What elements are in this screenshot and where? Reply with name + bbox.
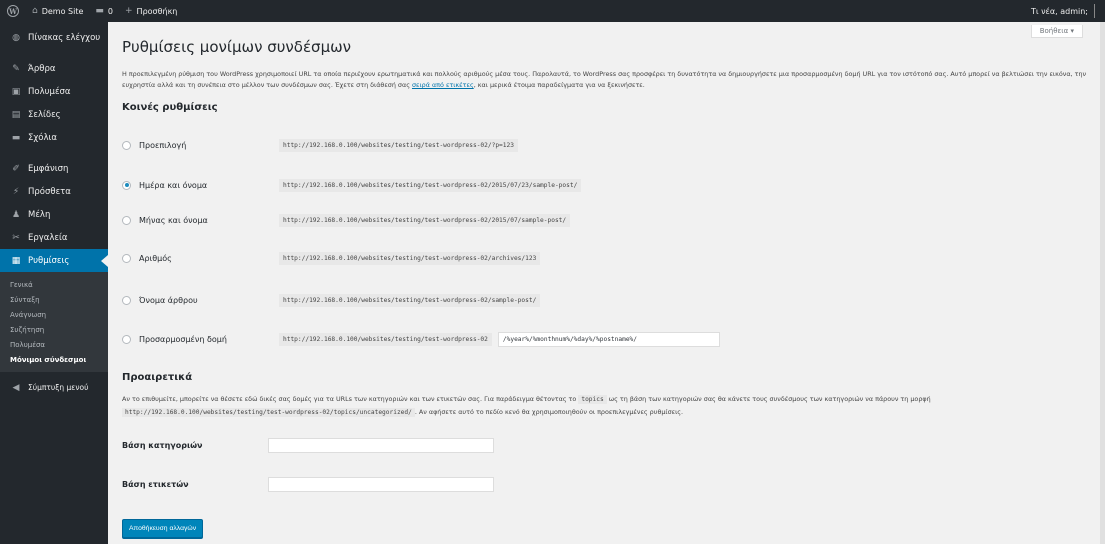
radio-button[interactable] <box>122 215 131 225</box>
tag-base-input[interactable] <box>268 476 494 492</box>
permalink-example: http://192.168.0.100/websites/testing/te… <box>279 138 518 152</box>
menu-posts[interactable]: ✎ Άρθρα <box>0 57 108 80</box>
radio-button[interactable] <box>122 295 131 305</box>
new-content-label: Προσθήκη <box>136 6 178 16</box>
category-base-label: Βάση κατηγοριών <box>122 440 203 450</box>
option-month-and-name[interactable]: Μήνας και όνομα http://192.168.0.100/web… <box>122 212 1022 228</box>
option-custom-structure[interactable]: Προσαρμοσμένη δομή http://192.168.0.100/… <box>122 331 1022 347</box>
plus-icon: + <box>125 6 133 16</box>
comments-link[interactable]: ▬ 0 <box>89 0 119 22</box>
menu-label: Πολυμέσα <box>28 86 71 97</box>
comments-count: 0 <box>107 6 113 16</box>
appearance-icon: ✐ <box>12 163 20 174</box>
option-label: Προεπιλογή <box>139 140 187 150</box>
site-name-link[interactable]: ⌂ Demo Site <box>26 0 89 22</box>
category-base-row: Βάση κατηγοριών <box>122 437 494 453</box>
radio-button[interactable] <box>122 253 131 263</box>
collapse-arrow-icon: ◀ <box>12 382 20 393</box>
menu-pages[interactable]: ▤ Σελίδες <box>0 103 108 126</box>
dashboard-icon: ◍ <box>12 32 20 43</box>
new-content-link[interactable]: + Προσθήκη <box>119 0 183 22</box>
submenu-discussion[interactable]: Συζήτηση <box>0 322 108 337</box>
submenu-permalinks[interactable]: Μόνιμοι σύνδεσμοι <box>0 352 108 367</box>
menu-label: Εμφάνιση <box>28 163 69 174</box>
plugins-icon: ⚡ <box>12 186 20 197</box>
option-plain[interactable]: Προεπιλογή http://192.168.0.100/websites… <box>122 137 1022 153</box>
option-numeric[interactable]: Αριθμός http://192.168.0.100/websites/te… <box>122 250 1022 266</box>
permalink-example: http://192.168.0.100/websites/testing/te… <box>279 293 541 307</box>
help-tab-button[interactable]: Βοήθεια ▾ <box>1030 25 1083 38</box>
menu-settings[interactable]: ▦ Ρυθμίσεις <box>0 249 108 272</box>
avatar[interactable] <box>1094 4 1095 18</box>
submenu-writing[interactable]: Σύνταξη <box>0 292 108 307</box>
save-changes-button[interactable]: Αποθήκευση αλλαγών <box>122 519 204 538</box>
permalink-base: http://192.168.0.100/websites/testing/te… <box>279 332 492 346</box>
comments-icon: ▬ <box>11 132 21 143</box>
submenu-general[interactable]: Γενικά <box>0 277 108 292</box>
home-icon: ⌂ <box>32 6 38 16</box>
menu-tools[interactable]: ✂ Εργαλεία <box>0 226 108 249</box>
menu-label: Πρόσθετα <box>28 186 71 197</box>
submenu-media[interactable]: Πολυμέσα <box>0 337 108 352</box>
menu-appearance[interactable]: ✐ Εμφάνιση <box>0 157 108 180</box>
menu-label: Πίνακας ελέγχου <box>28 32 101 43</box>
wordpress-logo-icon[interactable]: W <box>0 0 26 22</box>
menu-dashboard[interactable]: ◍ Πίνακας ελέγχου <box>0 26 108 49</box>
menu-comments[interactable]: ▬ Σχόλια <box>0 126 108 149</box>
page-title: Ρυθμίσεις μονίμων συνδέσμων <box>122 38 352 56</box>
menu-label: Σελίδες <box>28 109 61 120</box>
code-category-url: http://192.168.0.100/websites/testing/te… <box>122 408 415 417</box>
radio-button[interactable] <box>122 140 131 150</box>
permalink-example: http://192.168.0.100/websites/testing/te… <box>279 251 541 265</box>
code-topics: topics <box>578 395 607 404</box>
users-icon: ♟ <box>11 209 21 220</box>
admin-bar: W ⌂ Demo Site ▬ 0 + Προσθήκη Τι νέα, adm… <box>0 0 1105 22</box>
page-scrollbar[interactable] <box>1100 22 1105 544</box>
comment-bubble-icon: ▬ <box>95 6 104 16</box>
tag-base-row: Βάση ετικετών <box>122 476 494 492</box>
admin-menu: ◍ Πίνακας ελέγχου ✎ Άρθρα ▣ Πολυμέσα ▤ Σελίδ… <box>0 22 108 544</box>
pin-icon: ✎ <box>12 63 20 74</box>
menu-users[interactable]: ♟ Μέλη <box>0 203 108 226</box>
radio-button[interactable] <box>122 180 131 190</box>
tags-link[interactable]: σειρά από ετικέτες <box>412 81 474 89</box>
common-settings-heading: Κοινές ρυθμίσεις <box>122 102 218 113</box>
option-label: Προσαρμοσμένη δομή <box>139 334 227 344</box>
menu-label: Εργαλεία <box>28 232 68 243</box>
intro-text: Η προεπιλεγμένη ρύθμιση του WordPress χρ… <box>122 70 1087 89</box>
option-day-and-name[interactable]: Ημέρα και όνομα http://192.168.0.100/web… <box>122 177 1022 193</box>
permalink-example: http://192.168.0.100/websites/testing/te… <box>279 178 582 192</box>
option-label: Ημέρα και όνομα <box>139 180 208 190</box>
collapse-menu-button[interactable]: ◀ Σύμπτυξη μενού <box>0 376 108 399</box>
optional-description: Αν το επιθυμείτε, μπορείτε να θέσετε εδώ… <box>122 395 931 417</box>
main-content: Βοήθεια ▾ Ρυθμίσεις μονίμων συνδέσμων Η … <box>108 22 1105 544</box>
menu-plugins[interactable]: ⚡ Πρόσθετα <box>0 180 108 203</box>
my-account-link[interactable]: Τι νέα, admin; <box>1031 7 1088 16</box>
custom-structure-input[interactable]: /%year%/%monthnum%/%day%/%postname%/ <box>497 331 720 347</box>
option-label: Όνομα άρθρου <box>139 295 198 305</box>
settings-submenu: Γενικά Σύνταξη Ανάγνωση Συζήτηση Πολυμέσ… <box>0 272 108 372</box>
pages-icon: ▤ <box>11 109 21 120</box>
site-name: Demo Site <box>41 6 84 16</box>
category-base-input[interactable] <box>268 437 494 453</box>
option-post-name[interactable]: Όνομα άρθρου http://192.168.0.100/websit… <box>122 292 1022 308</box>
tag-base-label: Βάση ετικετών <box>122 479 189 489</box>
menu-label: Σχόλια <box>28 132 57 143</box>
menu-label: Ρυθμίσεις <box>28 255 70 266</box>
optional-heading: Προαιρετικά <box>122 372 193 383</box>
menu-label: Άρθρα <box>28 63 56 74</box>
menu-media[interactable]: ▣ Πολυμέσα <box>0 80 108 103</box>
option-label: Αριθμός <box>139 253 172 263</box>
permalink-example: http://192.168.0.100/websites/testing/te… <box>279 213 571 227</box>
settings-icon: ▦ <box>11 255 21 266</box>
radio-button[interactable] <box>122 334 131 344</box>
tools-icon: ✂ <box>12 232 20 243</box>
media-icon: ▣ <box>11 86 21 97</box>
option-label: Μήνας και όνομα <box>139 215 208 225</box>
collapse-label: Σύμπτυξη μενού <box>28 383 89 392</box>
menu-label: Μέλη <box>28 209 51 220</box>
submenu-reading[interactable]: Ανάγνωση <box>0 307 108 322</box>
